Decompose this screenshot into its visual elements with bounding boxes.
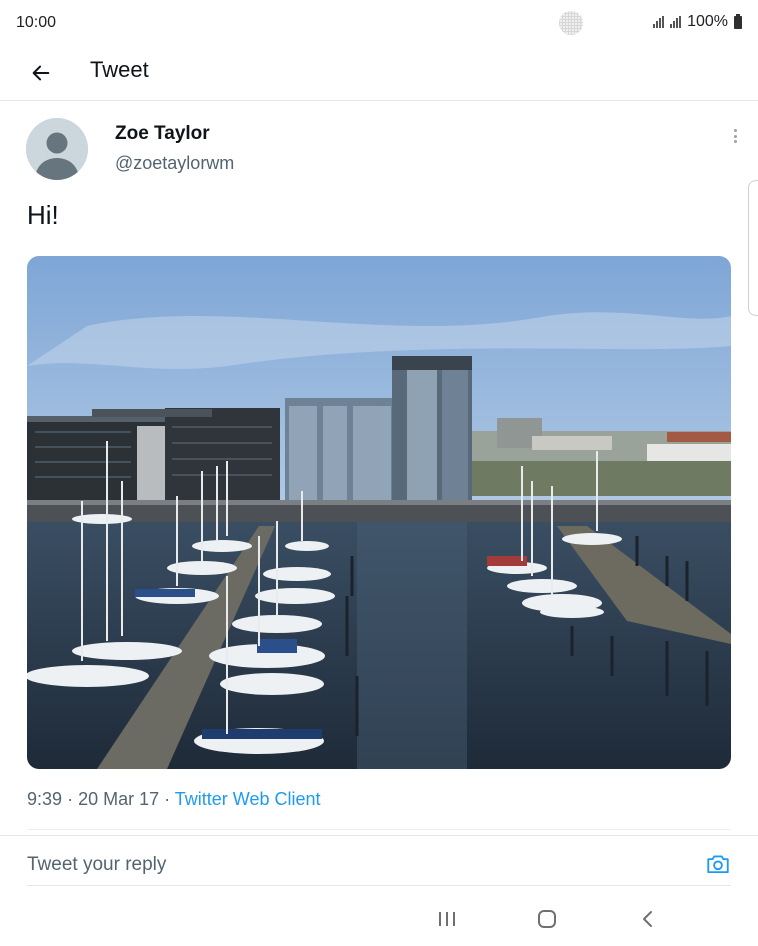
page-title: Tweet <box>90 57 149 82</box>
separator-dot: · <box>164 789 175 809</box>
tweet-text: Hi! <box>27 200 59 230</box>
recent-apps-button[interactable] <box>436 908 458 930</box>
front-camera <box>559 11 583 35</box>
status-indicators: 100% <box>653 13 742 31</box>
tweet-metadata: 9:39 · 20 Mar 17 · Twitter Web Client <box>27 789 321 810</box>
back-button[interactable] <box>24 56 58 90</box>
author-name[interactable]: Zoe Taylor <box>115 123 210 145</box>
more-options-button[interactable] <box>727 126 743 146</box>
author-handle[interactable]: @zoetaylorwm <box>115 153 234 174</box>
status-time: 10:00 <box>16 14 57 31</box>
recent-apps-icon <box>439 912 455 926</box>
system-back-button[interactable] <box>637 908 659 930</box>
divider <box>27 829 731 830</box>
edge-panel-handle[interactable] <box>748 180 758 316</box>
signal-icon-2 <box>670 16 682 28</box>
signal-icon <box>653 16 665 28</box>
home-icon <box>538 910 556 928</box>
divider <box>27 885 731 886</box>
separator-dot: · <box>67 789 79 809</box>
tweet-time: 9:39 <box>27 789 63 809</box>
tweet-source-link[interactable]: Twitter Web Client <box>175 789 321 809</box>
marina-photo <box>27 256 731 769</box>
avatar[interactable] <box>26 118 88 180</box>
default-avatar-icon <box>26 118 88 180</box>
tweet-photo[interactable] <box>27 256 731 769</box>
chevron-left-icon <box>643 911 652 927</box>
reply-input[interactable] <box>27 851 687 879</box>
home-button[interactable] <box>536 908 558 930</box>
status-bar: 10:00 100% <box>0 0 758 44</box>
camera-button[interactable] <box>705 851 731 877</box>
battery-icon <box>734 13 742 29</box>
battery-percent: 100% <box>687 13 728 30</box>
app-header: Tweet <box>0 44 758 101</box>
arrow-left-icon <box>32 65 50 81</box>
camera-icon <box>707 855 729 874</box>
tweet-date: 20 Mar 17 <box>78 789 160 809</box>
divider <box>0 835 758 836</box>
